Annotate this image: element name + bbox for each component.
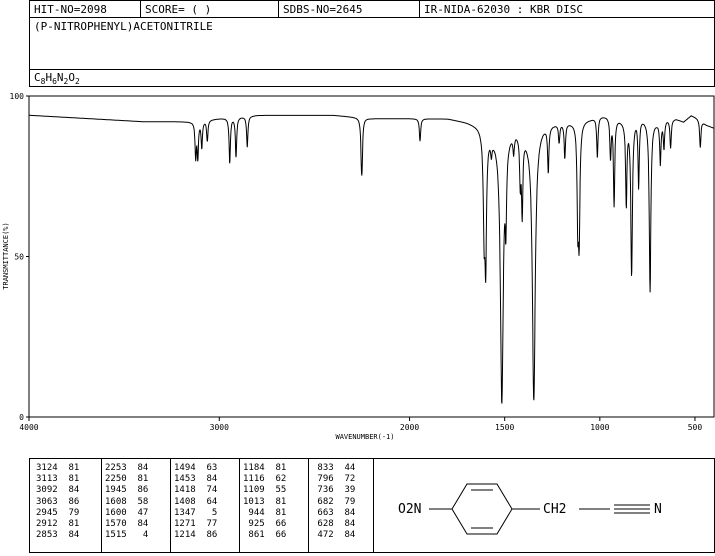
peak-entry: 472 84 (312, 530, 356, 541)
peak-entry: 2945 79 (36, 507, 80, 518)
peak-entry: 1945 86 (105, 485, 149, 496)
peak-entry: 1600 47 (105, 507, 149, 518)
peak-table-body: 3124 81 3113 81 3092 84 3063 86 2945 79 2912 … (30, 459, 373, 552)
peak-entry: 1453 84 (174, 474, 218, 485)
peak-entry: 2912 81 (36, 518, 80, 529)
peak-entry: 1116 62 (243, 474, 287, 485)
x-tick-label: 1000 (590, 423, 609, 432)
peak-entry: 1418 74 (174, 485, 218, 496)
peak-entry: 1408 64 (174, 496, 218, 507)
x-tick-label: 4000 (19, 423, 38, 432)
x-axis-label: WAVENUMBER(-1) (335, 433, 394, 441)
peak-entry: 2253 84 (105, 463, 149, 473)
y-tick-label: 100 (10, 92, 25, 101)
peak-entry: 944 81 (243, 507, 287, 518)
y-axis-label: TRANSMITTANCE(%) (2, 222, 10, 289)
peak-entry: 796 72 (312, 474, 356, 485)
column-divider (308, 459, 309, 552)
spectrum-line (29, 114, 715, 404)
x-tick-label: 500 (688, 423, 703, 432)
structure-diagram: O2N CH2 N (398, 483, 662, 535)
y-tick-label: 0 (19, 413, 24, 422)
peak-entry: 1570 84 (105, 518, 149, 529)
peak-entry: 1494 63 (174, 463, 218, 473)
peak-entry: 3092 84 (36, 485, 80, 496)
column-divider (170, 459, 171, 552)
peak-entry: 1347 5 (174, 507, 218, 518)
peak-entry: 3124 81 (36, 463, 80, 473)
peak-column: 1184 81 1116 62 1109 55 1013 81 944 81 925 … (243, 463, 286, 541)
column-divider (239, 459, 240, 552)
x-tick-label: 3000 (210, 423, 229, 432)
peak-entry: 861 66 (243, 530, 287, 541)
peak-entry: 1184 81 (243, 463, 287, 473)
peak-entry: 3113 81 (36, 474, 80, 485)
methylene-label: CH2 (543, 502, 566, 517)
x-tick-label: 1500 (495, 423, 514, 432)
nitro-group-label: O2N (398, 502, 421, 517)
structure-box: O2N CH2 N (373, 458, 715, 553)
peak-entry: 663 84 (312, 507, 356, 518)
peak-table: 3124 81 3113 81 3092 84 3063 86 2945 79 2912 … (29, 458, 374, 553)
peak-entry: 2250 81 (105, 474, 149, 485)
peak-column: 2253 84 2250 81 1945 86 1608 58 1600 47 1570 … (105, 463, 148, 541)
peak-entry: 833 44 (312, 463, 356, 473)
peak-column: 3124 81 3113 81 3092 84 3063 86 2945 79 2912 … (36, 463, 79, 541)
peak-entry: 736 39 (312, 485, 356, 496)
benzene-ring (451, 483, 513, 535)
peak-entry: 1515 4 (105, 530, 149, 541)
peak-entry: 1109 55 (243, 485, 287, 496)
peak-entry: 628 84 (312, 518, 356, 529)
y-axis-ticks: 0 50 100 (10, 92, 29, 422)
y-tick-label: 50 (14, 253, 24, 262)
column-divider (101, 459, 102, 552)
peak-entry: 925 66 (243, 518, 287, 529)
x-axis-ticks: 4000 3000 2000 1500 1000 500 (19, 417, 702, 432)
peak-entry: 1271 77 (174, 518, 218, 529)
peak-entry: 1608 58 (105, 496, 149, 507)
nitrile-n-label: N (654, 502, 662, 517)
peak-entry: 3063 86 (36, 496, 80, 507)
peak-entry: 1013 81 (243, 496, 287, 507)
peak-entry: 682 79 (312, 496, 356, 507)
peak-column: 1494 63 1453 84 1418 74 1408 64 1347 5 1271 7… (174, 463, 217, 541)
peak-entry: 1214 86 (174, 530, 218, 541)
peak-column: 833 44 796 72 736 39 682 79 663 84 628 8… (312, 463, 355, 541)
peak-entry: 2853 84 (36, 530, 80, 541)
x-tick-label: 2000 (400, 423, 419, 432)
ir-spectrum-chart: 4000 3000 2000 1500 1000 500 0 50 100 WAVENUMBE… (2, 92, 715, 441)
